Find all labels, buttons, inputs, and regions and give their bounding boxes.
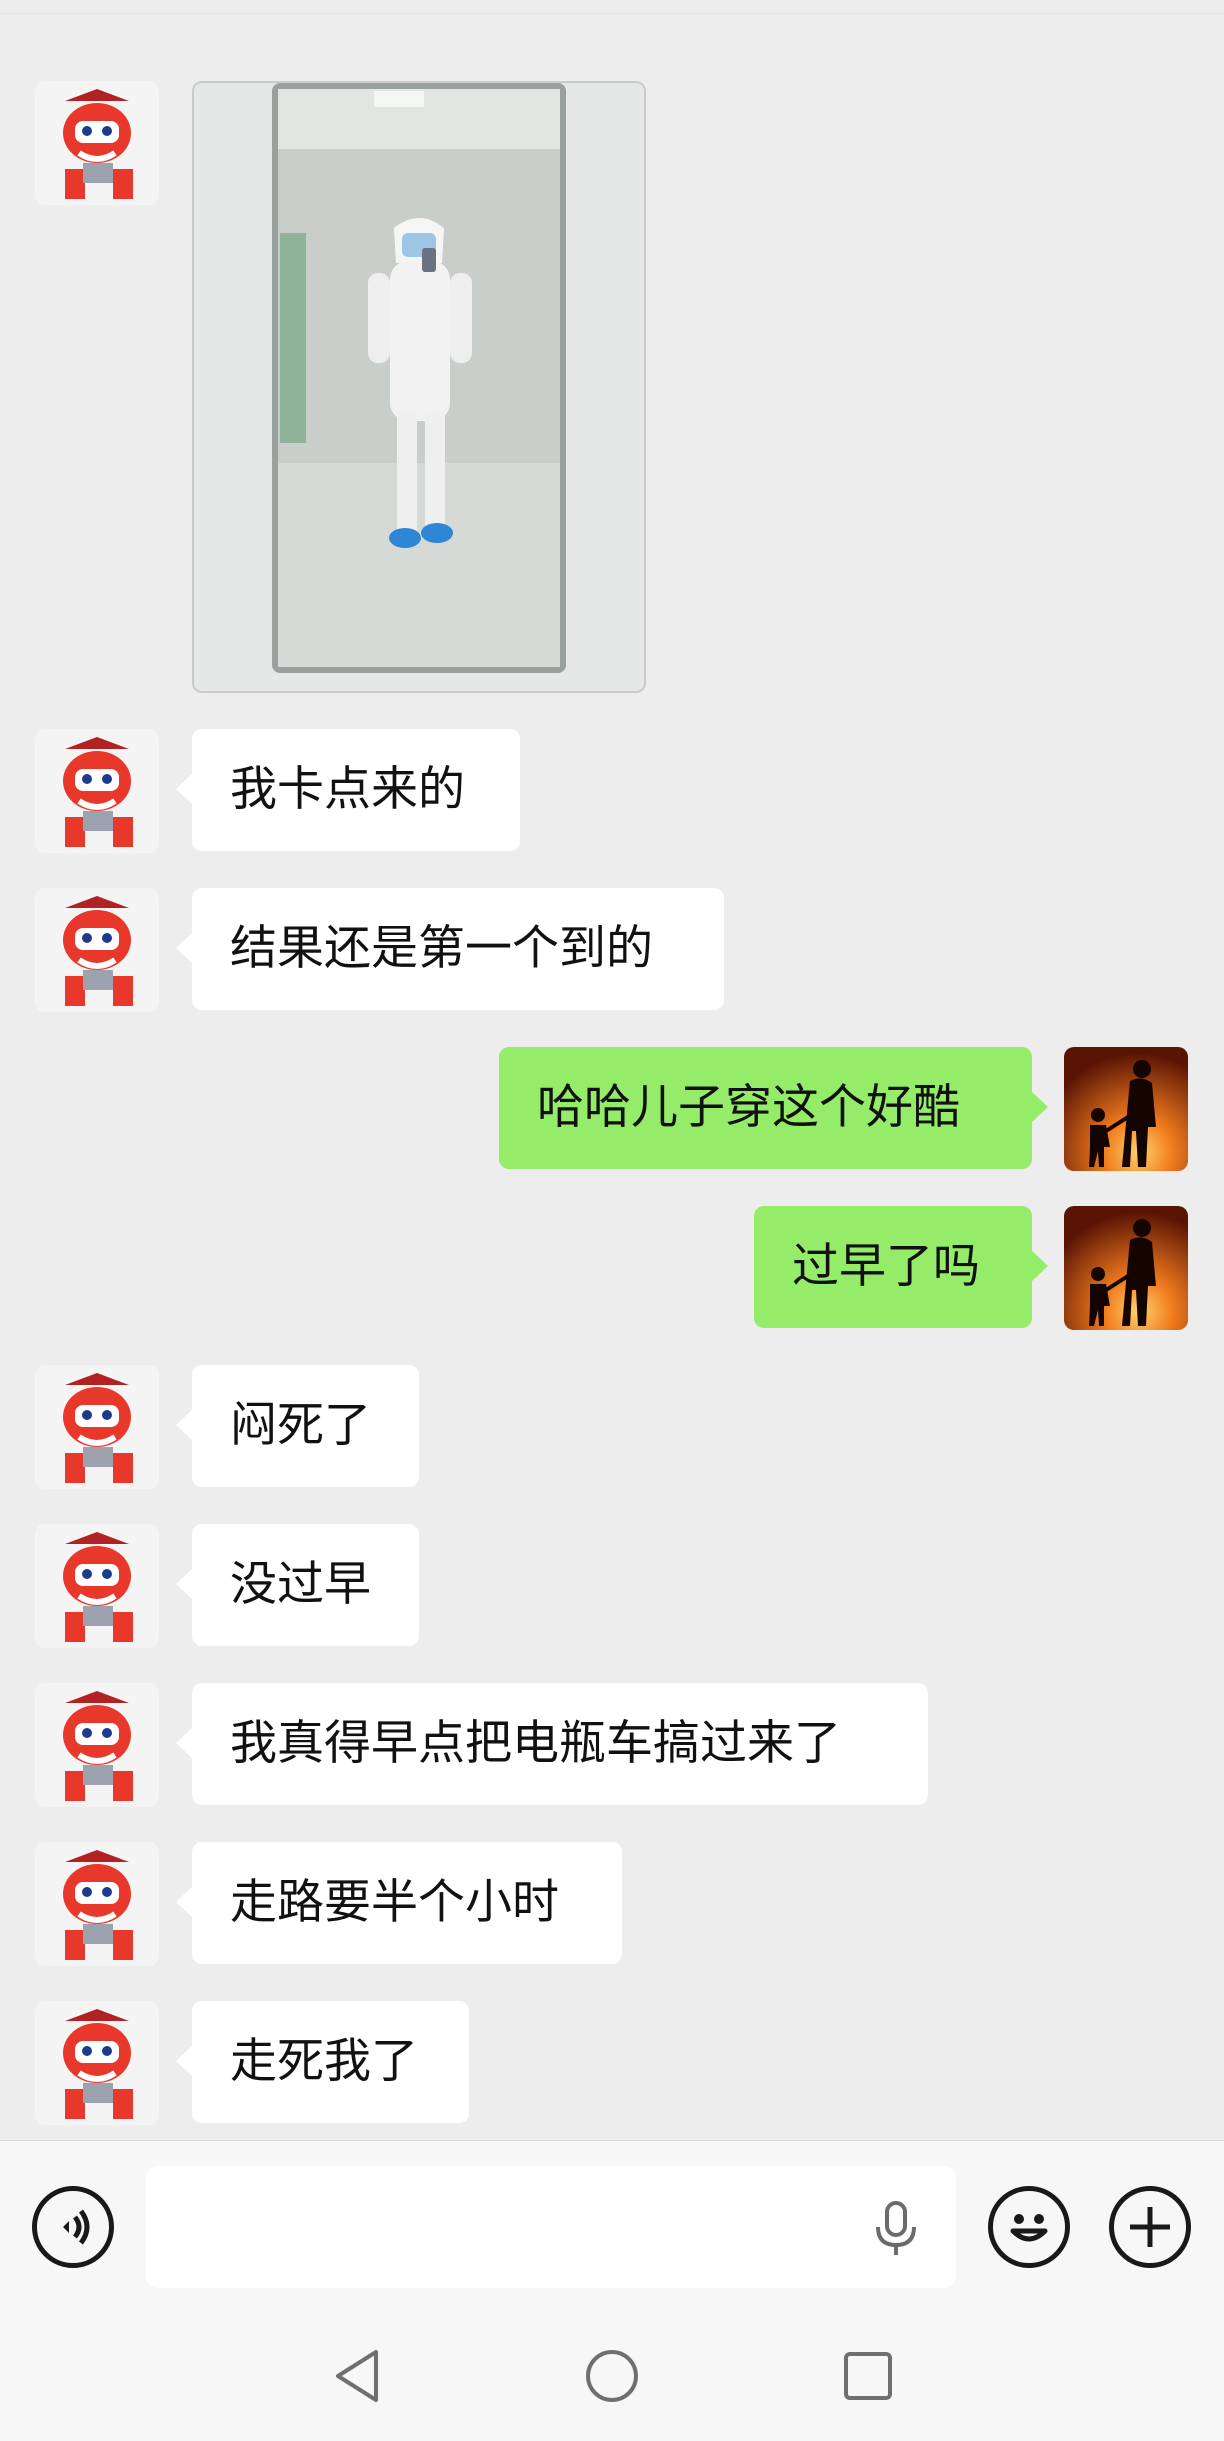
incoming-message-bubble[interactable]: 闷死了 xyxy=(176,1365,419,1487)
emoji-button[interactable] xyxy=(988,2186,1070,2268)
contact-avatar[interactable] xyxy=(35,1365,159,1489)
shared-photo[interactable] xyxy=(192,81,646,693)
incoming-message-bubble[interactable]: 我真得早点把电瓶车搞过来了 xyxy=(176,1683,928,1805)
contact-avatar[interactable] xyxy=(35,729,159,853)
incoming-message-bubble[interactable]: 结果还是第一个到的 xyxy=(176,888,724,1010)
plus-icon xyxy=(1130,2207,1170,2247)
voice-mode-button[interactable] xyxy=(32,2186,114,2268)
outgoing-message-bubble[interactable]: 哈哈儿子穿这个好酷 xyxy=(499,1047,1048,1169)
recents-square-icon[interactable] xyxy=(842,2350,894,2402)
outgoing-message-bubble[interactable]: 过早了吗 xyxy=(754,1206,1048,1328)
chat-area[interactable]: 我卡点来的 结果还是第一个到的 哈哈儿子穿这个好酷 过早了吗 闷死了 没过早 我… xyxy=(0,0,1224,2140)
plus-button[interactable] xyxy=(1109,2186,1191,2268)
emoji-icon xyxy=(1010,2214,1048,2242)
my-avatar[interactable] xyxy=(1064,1047,1188,1171)
voice-mode-icon xyxy=(63,2209,90,2245)
message-input[interactable] xyxy=(146,2166,956,2288)
incoming-message-bubble[interactable]: 走死我了 xyxy=(176,2001,469,2123)
top-divider xyxy=(0,0,1224,14)
contact-avatar[interactable] xyxy=(35,888,159,1012)
contact-avatar[interactable] xyxy=(35,1683,159,1807)
microphone-icon[interactable] xyxy=(868,2199,924,2259)
contact-avatar[interactable] xyxy=(35,1842,159,1966)
contact-avatar[interactable] xyxy=(35,81,159,205)
incoming-message-bubble[interactable]: 我卡点来的 xyxy=(176,729,520,851)
my-avatar[interactable] xyxy=(1064,1206,1188,1330)
contact-avatar[interactable] xyxy=(35,2001,159,2125)
home-circle-icon[interactable] xyxy=(584,2348,640,2404)
input-bar xyxy=(0,2140,1224,2300)
back-triangle-icon[interactable] xyxy=(330,2346,384,2406)
system-nav-bar xyxy=(0,2300,1224,2441)
contact-avatar[interactable] xyxy=(35,1524,159,1648)
incoming-message-bubble[interactable]: 没过早 xyxy=(176,1524,419,1646)
incoming-message-bubble[interactable]: 走路要半个小时 xyxy=(176,1842,622,1964)
